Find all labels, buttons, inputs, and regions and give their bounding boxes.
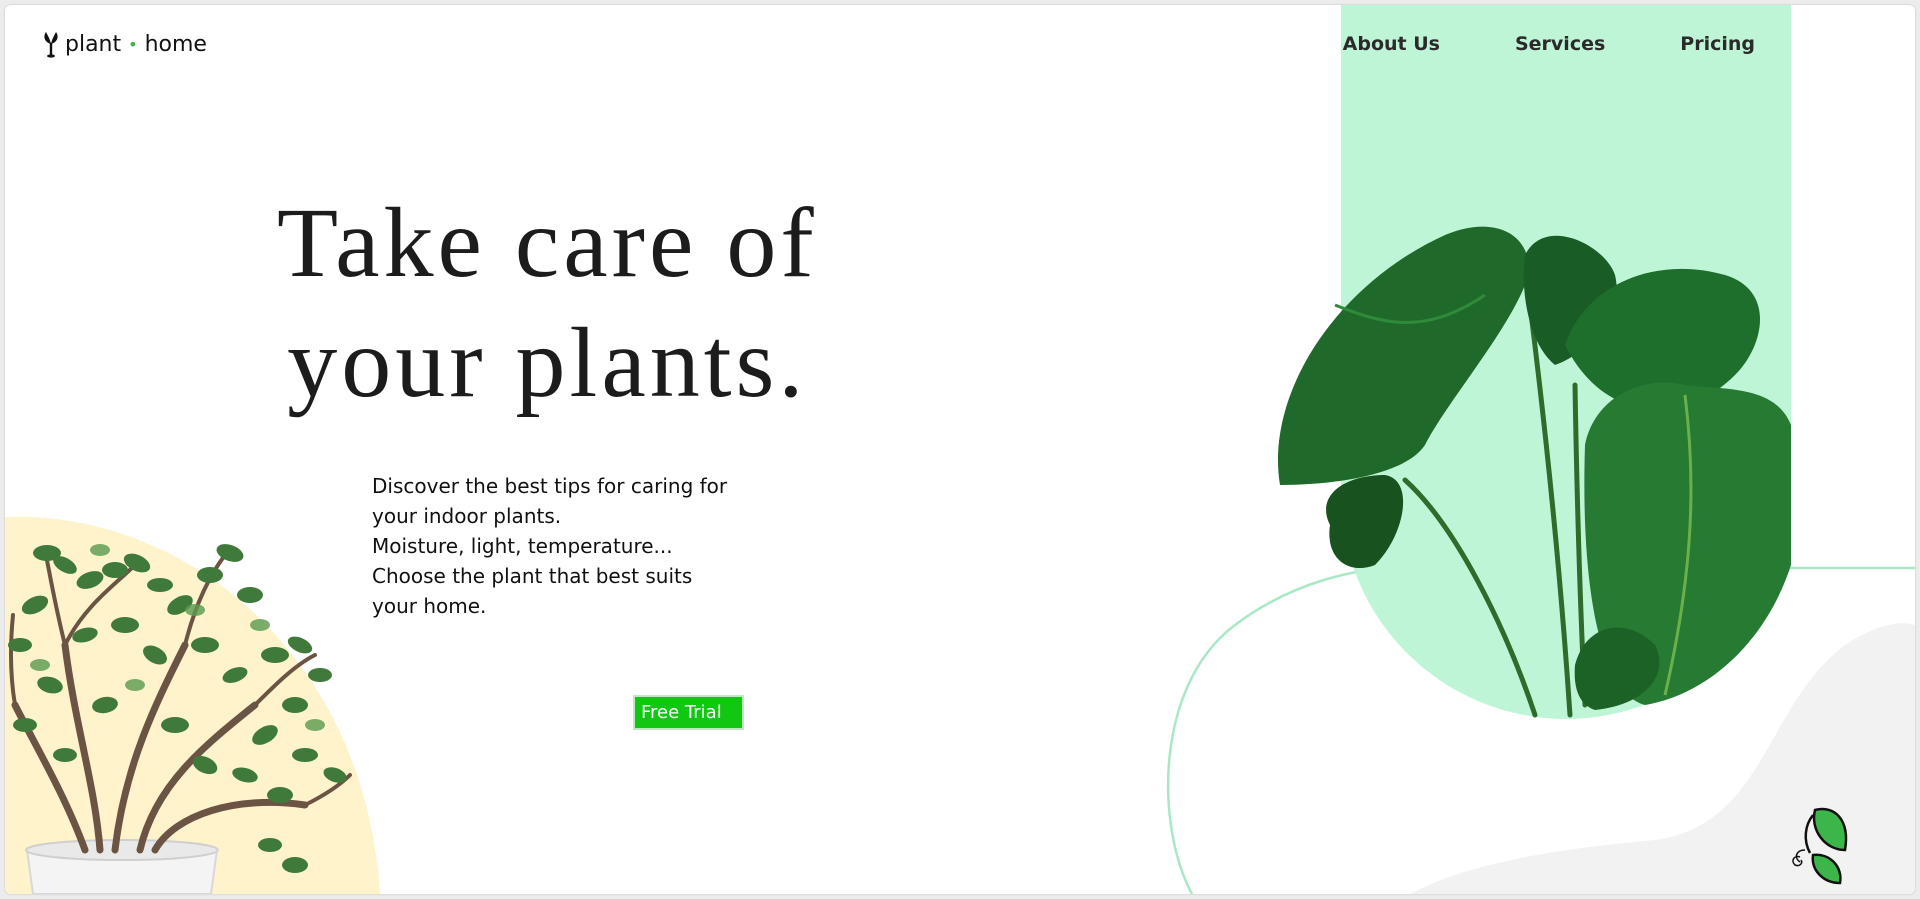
free-trial-button[interactable]: Free Trial	[633, 695, 744, 730]
mint-panel	[1341, 5, 1791, 719]
brand-name-left: plant	[65, 31, 122, 57]
description-line: your home.	[372, 594, 487, 618]
nav-pricing[interactable]: Pricing	[1680, 33, 1755, 55]
brand-separator: •	[128, 34, 138, 54]
description-line: Moisture, light, temperature...	[372, 534, 673, 558]
description-line: Discover the best tips for caring for	[372, 474, 728, 498]
nav-services[interactable]: Services	[1515, 33, 1605, 55]
mint-arc-line	[1166, 563, 1406, 894]
hero-title: Take care of your plants.	[277, 183, 818, 423]
page-frame: plant • home About Us Services Pricing T…	[5, 5, 1915, 894]
description-line: Choose the plant that best suits	[372, 564, 693, 588]
description-line: your indoor plants.	[372, 504, 562, 528]
hero-description: Discover the best tips for caring for yo…	[372, 471, 752, 621]
hero-title-line-1: Take care of	[277, 187, 818, 298]
hero-title-line-2: your plants.	[287, 307, 808, 418]
brand-logo[interactable]: plant • home	[41, 29, 207, 59]
nav-about-us[interactable]: About Us	[1343, 33, 1440, 55]
top-nav: About Us Services Pricing	[1343, 33, 1755, 55]
plant-pin-icon	[44, 32, 58, 58]
cream-arc	[5, 516, 380, 894]
brand-name-right: home	[144, 31, 207, 57]
